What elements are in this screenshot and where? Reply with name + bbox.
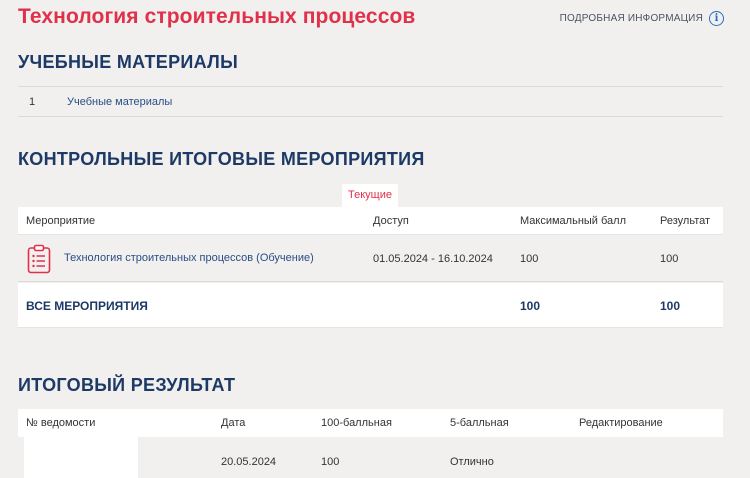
result-date: 20.05.2024 [221, 456, 277, 468]
column-header-score5: 5-балльная [450, 417, 509, 429]
events-section-title: КОНТРОЛЬНЫЕ ИТОГОВЫЕ МЕРОПРИЯТИЯ [18, 149, 425, 169]
column-header-event: Мероприятие [26, 215, 96, 227]
all-events-result: 100 [660, 299, 681, 313]
results-section-title: ИТОГОВЫЙ РЕЗУЛЬТАТ [18, 375, 236, 395]
all-events-row[interactable]: ВСЕ МЕРОПРИЯТИЯ 100 100 [18, 283, 723, 328]
column-header-access: Доступ [373, 215, 409, 227]
more-info-label: ПОДРОБНАЯ ИНФОРМАЦИЯ [559, 13, 703, 24]
column-header-editing: Редактирование [579, 417, 663, 429]
materials-section-title: УЧЕБНЫЕ МАТЕРИАЛЫ [18, 52, 239, 72]
table-row: Технология строительных процессов (Обуче… [18, 236, 723, 282]
event-max-score: 100 [520, 253, 539, 265]
all-events-max-score: 100 [520, 299, 541, 313]
events-table-header: Мероприятие Доступ Максимальный балл Рез… [18, 207, 723, 235]
table-row: 20.05.2024 100 Отлично [18, 437, 723, 478]
tab-current[interactable]: Текущие [342, 184, 398, 208]
statement-cell [24, 437, 138, 478]
page-header: Технология строительных процессов ПОДРОБ… [18, 5, 724, 31]
column-header-statement: № ведомости [26, 417, 96, 429]
result-score100: 100 [321, 456, 340, 468]
event-access: 01.05.2024 - 16.10.2024 [373, 253, 493, 265]
event-result: 100 [660, 253, 679, 265]
result-score5: Отлично [450, 456, 494, 468]
column-header-score100: 100-балльная [321, 417, 392, 429]
more-info-link[interactable]: ПОДРОБНАЯ ИНФОРМАЦИЯ i [560, 11, 724, 26]
info-icon[interactable]: i [709, 11, 724, 26]
results-table-header: № ведомости Дата 100-балльная 5-балльная… [18, 409, 723, 437]
materials-item-number: 1 [29, 96, 36, 108]
materials-item-link[interactable]: Учебные материалы [67, 96, 172, 108]
column-header-result: Результат [660, 215, 711, 227]
event-link[interactable]: Технология строительных процессов (Обуче… [64, 252, 314, 264]
page-title: Технология строительных процессов [18, 5, 416, 28]
column-header-date: Дата [221, 417, 246, 429]
column-header-max-score: Максимальный балл [520, 215, 626, 227]
course-page: Технология строительных процессов ПОДРОБ… [0, 0, 750, 478]
all-events-label[interactable]: ВСЕ МЕРОПРИЯТИЯ [26, 299, 148, 313]
materials-list: 1 Учебные материалы [18, 86, 723, 117]
clipboard-list-icon [27, 244, 51, 274]
